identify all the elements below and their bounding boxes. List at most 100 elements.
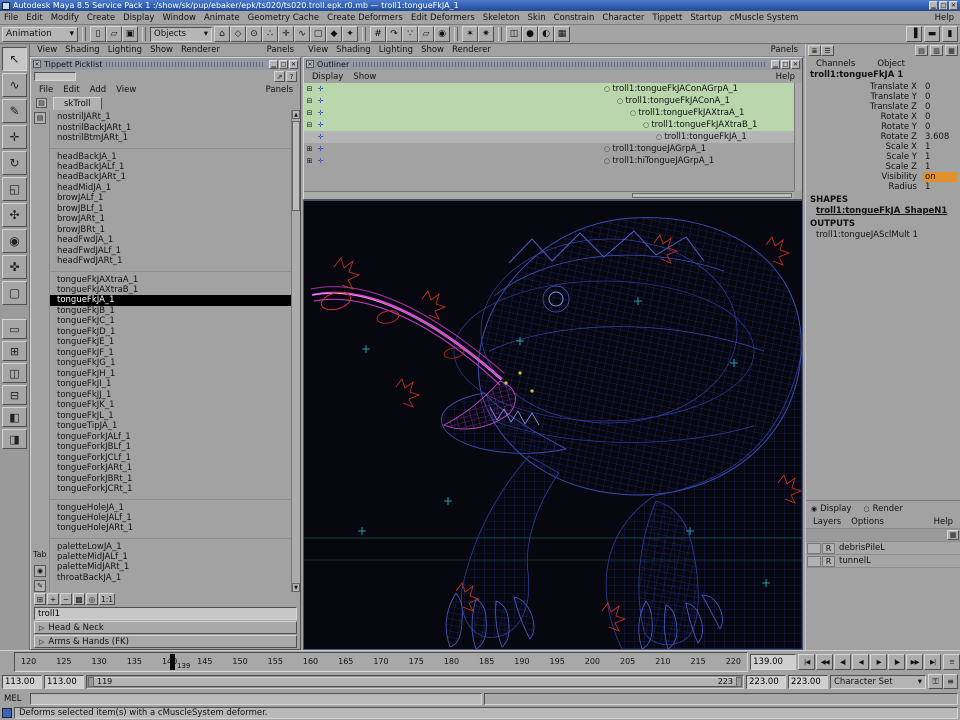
- close-icon[interactable]: ✕: [33, 60, 41, 68]
- scrollbar-thumb[interactable]: [632, 193, 792, 198]
- snap-to-plane-icon[interactable]: ▱: [418, 26, 434, 42]
- drag-grip[interactable]: [353, 62, 766, 67]
- list-item[interactable]: headFwdJA_1: [50, 235, 291, 246]
- close-button[interactable]: ✕: [949, 1, 958, 10]
- list-item[interactable]: browJARt_1: [50, 214, 291, 225]
- pencil-icon[interactable]: ✎: [34, 580, 46, 592]
- list-item[interactable]: headBackJA_1: [50, 148, 291, 162]
- list-item[interactable]: tongueForkJCLf_1: [50, 453, 291, 464]
- Scale Z[interactable]: Scale Z 1: [806, 162, 960, 172]
- select-tool[interactable]: ↖: [2, 47, 27, 71]
- list-item[interactable]: paletteMidJARt_1: [50, 562, 291, 573]
- expand-toggle-icon[interactable]: ⊞: [304, 145, 315, 153]
- list-item[interactable]: headMidJA_1: [50, 183, 291, 194]
- shape-node-name[interactable]: troll1:tongueFkJA_ShapeN1: [806, 206, 960, 216]
- channel-value-field[interactable]: 1: [923, 162, 957, 172]
- channel-value-field[interactable]: 1: [923, 152, 957, 162]
- list-item[interactable]: tongueHoleJA_1: [50, 499, 291, 513]
- step-back-frame-button[interactable]: ◀|: [834, 654, 851, 670]
- list-item[interactable]: tongueFkJD_1: [50, 327, 291, 338]
- panels-menu[interactable]: Panels: [267, 45, 298, 55]
- list-item[interactable]: paletteMidJALf_1: [50, 552, 291, 563]
- add-item-button[interactable]: +: [47, 593, 59, 605]
- maximize-button[interactable]: □: [279, 60, 288, 69]
- rotate-tool[interactable]: ↻: [2, 151, 27, 175]
- channel-box-tab[interactable]: Object: [873, 59, 909, 69]
- notebook-icon[interactable]: ▤: [36, 98, 47, 108]
- list-item[interactable]: tongueForkJARt_1: [50, 463, 291, 474]
- playback-start-field[interactable]: [44, 675, 84, 689]
- current-frame-field[interactable]: [750, 654, 796, 670]
- render-settings-icon[interactable]: ▦: [554, 26, 570, 42]
- Translate Z[interactable]: Translate Z 0: [806, 102, 960, 112]
- selection-mask-selector[interactable]: Objects ▾: [150, 27, 212, 42]
- Translate Y[interactable]: Translate Y 0: [806, 92, 960, 102]
- panel-menu-item[interactable]: Lighting: [104, 45, 146, 55]
- panel-menu-item[interactable]: Renderer: [177, 45, 224, 55]
- snap-to-grid-icon[interactable]: #: [370, 26, 386, 42]
- mask-curves-icon[interactable]: ∿: [294, 26, 310, 42]
- list-item[interactable]: tongueHoleJARt_1: [50, 523, 291, 534]
- render-current-frame-icon[interactable]: ●: [522, 26, 538, 42]
- pin-icon[interactable]: ⇗: [274, 71, 285, 82]
- minimize-button[interactable]: ▁: [929, 1, 938, 10]
- outliner-row[interactable]: ⊟ ✛ troll1:tongueFkJAXtraA_1: [304, 107, 802, 119]
- Rotate X[interactable]: Rotate X 0: [806, 112, 960, 122]
- channel-value-field[interactable]: 3.608: [923, 132, 957, 142]
- channel-value-field[interactable]: on: [923, 172, 957, 182]
- auto-key-icon[interactable]: ⚿: [928, 674, 943, 689]
- paint-select-tool[interactable]: ✎: [2, 99, 27, 123]
- range-start-grip[interactable]: [88, 677, 94, 687]
- panel-menu-item[interactable]: View: [304, 45, 332, 55]
- menu-item[interactable]: Create Deformers: [323, 13, 407, 23]
- lasso-select-tool[interactable]: ∿: [2, 73, 27, 97]
- outliner-menu-item[interactable]: Display: [307, 72, 348, 82]
- panel-menu-item[interactable]: Renderer: [448, 45, 495, 55]
- toolbar-grip[interactable]: [82, 27, 86, 41]
- channel-value-field[interactable]: 0: [923, 122, 957, 132]
- Translate X[interactable]: Translate X 0: [806, 82, 960, 92]
- menu-item[interactable]: Display: [119, 13, 158, 23]
- range-handle[interactable]: 119 223: [88, 677, 742, 687]
- outliner-row[interactable]: ✛ troll1:tongueFkJA_1: [304, 131, 802, 143]
- list-item[interactable]: nostrilBackJARt_1: [50, 123, 291, 134]
- panel-menu-item[interactable]: Shading: [332, 45, 375, 55]
- list-item[interactable]: tongueForkJALf_1: [50, 432, 291, 443]
- channel-value-field[interactable]: 0: [923, 102, 957, 112]
- channel-manip-icon[interactable]: ☰: [821, 45, 834, 56]
- layer-mode-cell[interactable]: R: [822, 556, 835, 567]
- menu-mode-selector[interactable]: Animation ▾: [2, 27, 78, 42]
- attribute-editor-toggle-icon[interactable]: ▐: [906, 26, 922, 42]
- ipr-render-icon[interactable]: ◐: [538, 26, 554, 42]
- grid-toggle-icon[interactable]: ⊞: [34, 593, 46, 605]
- picklist-filter-field[interactable]: [34, 72, 76, 81]
- menu-item[interactable]: Create: [83, 13, 119, 23]
- swatch-icon[interactable]: ▩: [73, 593, 85, 605]
- help-icon[interactable]: ?: [286, 71, 297, 82]
- toolbar-grip[interactable]: [498, 27, 502, 41]
- play-forwards-button[interactable]: ▶: [870, 654, 887, 670]
- outliner-menu-item[interactable]: Show: [348, 72, 381, 82]
- list-item[interactable]: tongueHoleJALf_1: [50, 513, 291, 524]
- scale-tool[interactable]: ◱: [2, 177, 27, 201]
- close-button[interactable]: ✕: [791, 60, 800, 69]
- menu-item[interactable]: Skin: [524, 13, 550, 23]
- anim-prefs-icon[interactable]: ≡: [943, 674, 958, 689]
- Scale Y[interactable]: Scale Y 1: [806, 152, 960, 162]
- panel-menu-item[interactable]: Lighting: [375, 45, 417, 55]
- list-item[interactable]: tongueFkJL_1: [50, 411, 291, 422]
- four-pane-layout-icon[interactable]: ⊞: [2, 341, 27, 361]
- outliner-row[interactable]: ⊞ ✛ troll1:tongueJAGrpA_1: [304, 143, 802, 155]
- outliner-row[interactable]: ⊞ ✛ troll1:hiTongueJAGrpA_1: [304, 155, 802, 167]
- menu-item[interactable]: Constrain: [550, 13, 599, 23]
- move-tool[interactable]: ✛: [2, 125, 27, 149]
- hyper-icon[interactable]: ▥: [930, 45, 943, 56]
- drag-grip[interactable]: [106, 62, 264, 67]
- panels-menu[interactable]: Panels: [771, 45, 802, 55]
- toolbar-grip[interactable]: [454, 27, 458, 41]
- collapsible-section[interactable]: ▷ Head & Neck: [34, 621, 297, 634]
- menu-item[interactable]: Edit Deformers: [407, 13, 479, 23]
- menu-item[interactable]: Window: [158, 13, 200, 23]
- channel-value-field[interactable]: 0: [923, 112, 957, 122]
- menu-item[interactable]: Animate: [200, 13, 244, 23]
